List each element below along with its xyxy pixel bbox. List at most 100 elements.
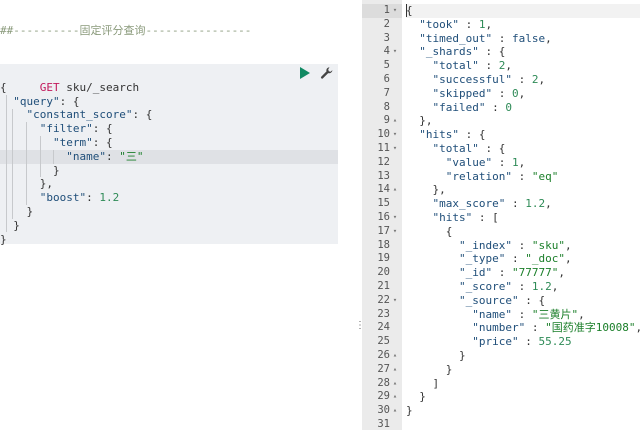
request-body-line[interactable]: {	[0, 81, 7, 95]
response-line: ]	[406, 377, 439, 391]
pane-divider[interactable]	[352, 0, 362, 430]
request-body-line[interactable]: "filter": {	[0, 122, 113, 136]
wrench-icon[interactable]	[320, 66, 334, 80]
resize-handle[interactable]: ⋮	[355, 321, 365, 336]
gutter-row: 8	[362, 101, 402, 115]
gutter-row: 21	[362, 280, 402, 294]
code-token: :	[505, 197, 526, 211]
code-token: :	[511, 169, 532, 183]
code-token: :	[492, 86, 512, 100]
indent-guide	[40, 136, 41, 177]
response-line: }	[406, 404, 413, 418]
code-token: "_shards"	[419, 45, 479, 59]
fold-toggle-icon[interactable]: ▾	[390, 4, 400, 18]
response-line: "relation" : "eq"	[406, 169, 559, 184]
response-line: }	[406, 363, 453, 377]
code-token: }	[406, 390, 426, 404]
code-token: :	[492, 155, 512, 169]
fold-toggle-icon[interactable]: ▴	[390, 349, 400, 363]
code-token: },	[406, 114, 433, 128]
code-token: }	[0, 232, 7, 246]
response-line: "_source" : {	[406, 294, 545, 308]
fold-toggle-icon[interactable]: ▾	[390, 211, 400, 225]
fold-toggle-icon[interactable]: ▾	[390, 45, 400, 59]
request-body-line[interactable]: "query": {	[0, 95, 79, 109]
line-number: 10	[377, 128, 390, 141]
gutter-row: 30 ▴	[362, 404, 402, 418]
response-viewer[interactable]: 1 ▾ 2 3 4 ▾ 5 6 7 8 9 ▴ 10 ▾ 11 ▾ 12 13 14 ▴ 15 16 ▾ 17 ▾ 18 19 20 2…	[362, 0, 640, 430]
line-number: 9	[383, 114, 390, 127]
fold-toggle-icon[interactable]: ▾	[390, 128, 400, 142]
request-body-line[interactable]: }	[0, 205, 33, 219]
request-body-line[interactable]: "term": {	[0, 136, 113, 150]
request-body-line[interactable]: }	[0, 219, 20, 233]
line-number-gutter[interactable]: 1 ▾ 2 3 4 ▾ 5 6 7 8 9 ▴ 10 ▾ 11 ▾ 12 13 14 ▴ 15 16 ▾ 17 ▾ 18 19 20 2…	[362, 0, 402, 430]
gutter-row: 7	[362, 87, 402, 101]
code-token: "filter"	[39, 122, 93, 136]
line-number: 25	[377, 335, 390, 348]
code-token: {	[0, 80, 7, 94]
line-number: 22	[377, 293, 390, 306]
indent-guide	[12, 109, 13, 219]
line-number: 20	[377, 266, 390, 279]
request-body-line[interactable]: "name": "三"	[0, 149, 338, 164]
response-line: "hits" : [	[406, 211, 499, 225]
line-number: 14	[377, 183, 390, 196]
code-token: "三黄片"	[531, 307, 579, 321]
line-number: 17	[377, 224, 390, 237]
code-token: :	[478, 59, 499, 73]
request-line[interactable]: GET sku/_search	[0, 67, 139, 94]
fold-toggle-icon[interactable]: ▾	[390, 142, 400, 156]
fold-toggle-icon[interactable]: ▾	[390, 225, 400, 239]
code-token: :	[511, 238, 532, 252]
request-body-line[interactable]: }	[0, 164, 60, 178]
code-token: "value"	[445, 155, 493, 169]
response-line: "number" : "国药准字10008",	[406, 321, 640, 335]
response-line: "successful" : 2,	[406, 73, 546, 87]
request-body-line[interactable]: "constant_score": {	[0, 108, 153, 122]
play-icon[interactable]	[300, 67, 310, 79]
fold-toggle-icon[interactable]: ▴	[390, 114, 400, 128]
response-line: "_id" : "77777",	[406, 266, 565, 280]
code-token: : {	[92, 122, 113, 136]
request-block[interactable]: GET sku/_search { "query": { "constant_s…	[0, 64, 338, 247]
response-line: "_type" : "_doc",	[406, 252, 572, 266]
fold-toggle-icon[interactable]: ▴	[390, 377, 400, 391]
line-number: 21	[377, 280, 390, 292]
response-line: },	[406, 114, 433, 128]
request-method: GET	[39, 80, 60, 94]
code-token: "_type"	[458, 252, 506, 266]
code-token: "sku"	[531, 238, 565, 252]
code-token: 1.2	[525, 197, 546, 211]
code-token: "successful"	[432, 73, 512, 86]
request-editor[interactable]: ##----------固定评分查询---------------- GET s…	[0, 0, 352, 430]
gutter-row: 6	[362, 73, 402, 87]
fold-toggle-icon[interactable]: ▴	[390, 363, 400, 377]
fold-toggle-icon[interactable]: ▴	[390, 183, 400, 197]
fold-toggle-icon[interactable]: ▾	[390, 294, 400, 308]
fold-toggle-icon[interactable]: ▴	[390, 390, 400, 404]
request-body-line[interactable]: "boost": 1.2	[0, 191, 119, 205]
gutter-row: 4 ▾	[362, 45, 402, 59]
code-token: "三"	[119, 149, 144, 163]
gutter-row: 31	[362, 418, 402, 430]
fold-toggle-icon[interactable]: ▴	[390, 404, 400, 418]
code-token: }	[406, 404, 413, 418]
code-token: :	[485, 100, 506, 114]
request-body-line[interactable]: }	[0, 233, 7, 247]
line-number: 15	[377, 197, 390, 210]
response-line: "total" : 2,	[406, 59, 512, 73]
